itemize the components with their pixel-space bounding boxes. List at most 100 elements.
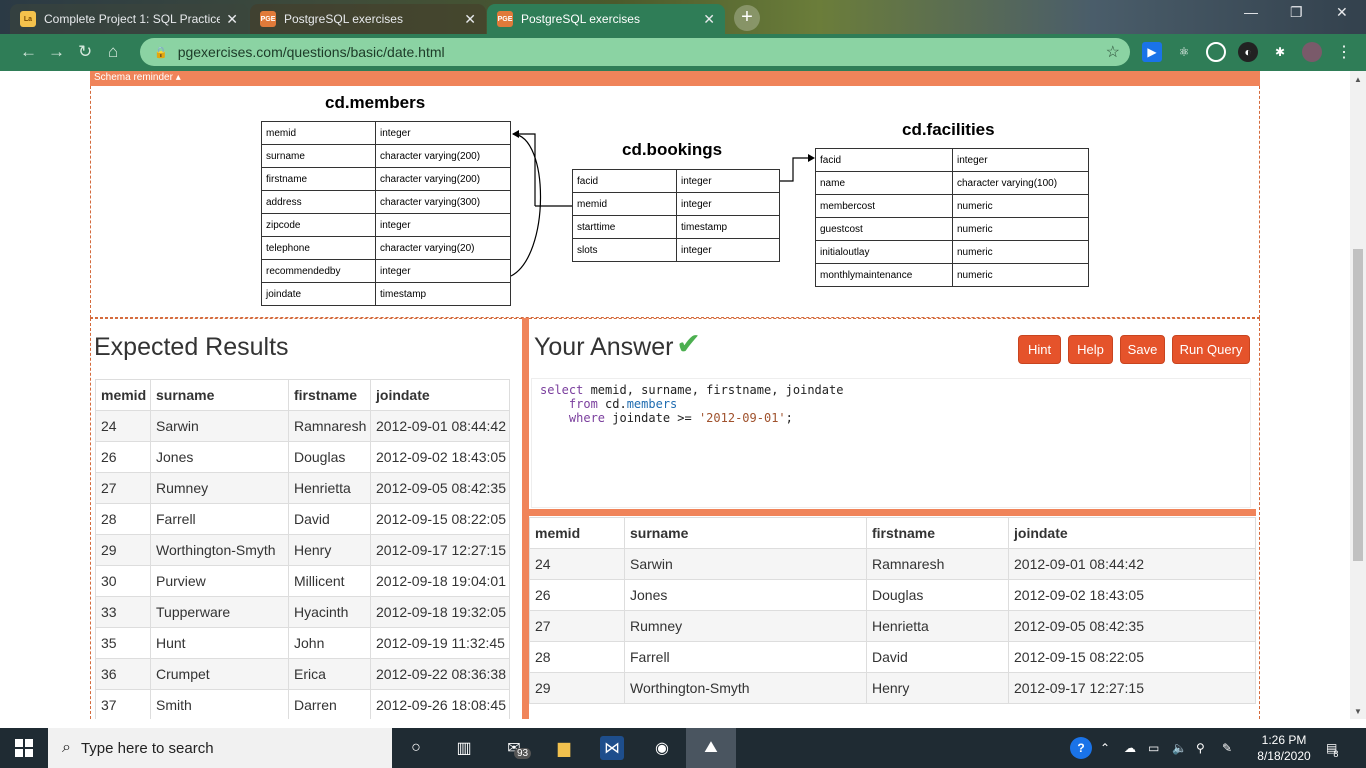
new-tab-button[interactable]: + <box>734 5 760 31</box>
puzzle-extensions-icon[interactable]: ✱ <box>1270 42 1290 62</box>
browser-tab-bar: La Complete Project 1: SQL Practice ✕ PG… <box>0 0 1366 34</box>
schema-row: firstname character varying(200) <box>261 167 511 191</box>
mail-badge: 93 <box>514 748 532 759</box>
tab-favicon-icon: PGE <box>497 11 513 27</box>
notifications-icon[interactable]: ▤ 8 <box>1326 728 1338 768</box>
profile-avatar[interactable] <box>1302 42 1322 62</box>
code-line: select memid, surname, firstname, joinda… <box>540 383 844 397</box>
close-icon[interactable]: ✕ <box>226 11 238 28</box>
scroll-down-icon[interactable]: ▼ <box>1354 707 1362 716</box>
visual-studio-icon[interactable]: ⋈ <box>600 736 624 760</box>
cloud-icon[interactable]: ☁ <box>1124 728 1136 768</box>
scroll-up-icon[interactable]: ▲ <box>1354 75 1362 84</box>
extension-icon[interactable]: ▶ <box>1142 42 1162 62</box>
table-header-row: memid surname firstname joindate <box>95 379 510 411</box>
column-header: joindate <box>1008 517 1256 549</box>
table-row: 33 Tupperware Hyacinth 2012-09-18 19:32:05 <box>95 596 510 628</box>
chevron-up-icon[interactable]: ⌃ <box>1100 728 1110 768</box>
tab-title: PostgreSQL exercises <box>284 12 403 26</box>
table-row: 30 Purview Millicent 2012-09-18 19:04:01 <box>95 565 510 597</box>
hint-button[interactable]: Hint <box>1018 335 1061 364</box>
cortana-icon[interactable]: ○ <box>404 736 428 760</box>
sql-editor[interactable]: select memid, surname, firstname, joinda… <box>531 378 1251 508</box>
column-header: surname <box>150 379 289 411</box>
windows-taskbar: ⌕ Type here to search ○ ▥ ✉ 93 ▆ ⋈ ◉ ⛰ ?… <box>0 728 1366 768</box>
target-extension-icon[interactable] <box>1206 42 1226 62</box>
help-button[interactable]: Help <box>1068 335 1113 364</box>
volume-icon[interactable]: 🔈 <box>1172 728 1187 768</box>
schema-row: address character varying(300) <box>261 190 511 214</box>
checkmark-icon: ✔ <box>676 328 702 361</box>
network-icon[interactable]: ⚲ <box>1196 728 1205 768</box>
search-placeholder: Type here to search <box>80 739 214 757</box>
schema-row: joindate timestamp <box>261 282 511 306</box>
schema-row: starttime timestamp <box>572 215 780 239</box>
chrome-icon[interactable]: ◉ <box>650 736 674 760</box>
table-row: 28 Farrell David 2012-09-15 08:22:05 <box>529 641 1256 673</box>
run-query-button[interactable]: Run Query <box>1172 335 1250 364</box>
page-scrollbar[interactable]: ▲ ▼ <box>1350 71 1366 719</box>
bookings-schema-table: facid integer memid integer starttime times… <box>572 169 780 262</box>
schema-row: facid integer <box>572 169 780 193</box>
bookmark-star-icon[interactable]: ☆ <box>1106 42 1120 62</box>
battery-icon[interactable]: ▭ <box>1148 728 1159 768</box>
members-table-title: cd.members <box>325 93 426 112</box>
table-row: 27 Rumney Henrietta 2012-09-05 08:42:35 <box>95 472 510 504</box>
browser-tab-2[interactable]: PGE PostgreSQL exercises ✕ <box>250 4 486 34</box>
table-row: 36 Crumpet Erica 2012-09-22 08:36:38 <box>95 658 510 690</box>
column-header: joindate <box>370 379 510 411</box>
windows-logo-icon <box>15 739 33 757</box>
close-icon[interactable]: ✕ <box>464 11 476 28</box>
schema-row: memid integer <box>261 121 511 145</box>
tab-title: PostgreSQL exercises <box>521 12 640 26</box>
column-header: firstname <box>288 379 371 411</box>
page-content: Schema reminder ▴ cd.members memid intege… <box>0 71 1350 719</box>
menu-kebab-icon[interactable]: ⋮ <box>1334 42 1354 62</box>
pgadmin-icon: ⛰ <box>704 739 718 756</box>
restore-icon[interactable]: ❐ <box>1290 4 1303 21</box>
schema-row: telephone character varying(20) <box>261 236 511 260</box>
extension-icon[interactable]: ◐ <box>1238 42 1258 62</box>
home-icon[interactable]: ⌂ <box>108 42 118 62</box>
table-header-row: memid surname firstname joindate <box>529 517 1256 549</box>
notification-count: 8 <box>1333 749 1339 759</box>
minimize-icon[interactable]: — <box>1244 4 1258 20</box>
start-button[interactable] <box>0 728 48 768</box>
your-answer-heading: Your Answer <box>534 333 674 361</box>
task-view-icon[interactable]: ▥ <box>452 736 476 760</box>
url-bar[interactable]: 🔒 pgexercises.com/questions/basic/date.h… <box>140 38 1130 66</box>
table-row: 27 Rumney Henrietta 2012-09-05 08:42:35 <box>529 610 1256 642</box>
reload-icon[interactable]: ↻ <box>78 42 92 62</box>
back-icon[interactable]: ← <box>20 42 37 62</box>
forward-icon[interactable]: → <box>48 42 65 62</box>
table-row: 26 Jones Douglas 2012-09-02 18:43:05 <box>95 441 510 473</box>
horizontal-split-handle[interactable] <box>529 509 1256 516</box>
schema-reminder-toggle[interactable]: Schema reminder ▴ <box>90 71 1260 86</box>
help-icon[interactable]: ? <box>1070 728 1092 768</box>
column-header: memid <box>529 517 625 549</box>
file-explorer-icon[interactable]: ▆ <box>552 736 576 760</box>
save-button[interactable]: Save <box>1120 335 1165 364</box>
expected-results-table: memid surname firstname joindate 24 Sarwi… <box>95 379 510 719</box>
react-devtools-icon[interactable]: ⚛ <box>1174 42 1194 62</box>
table-row: 24 Sarwin Ramnaresh 2012-09-01 08:44:42 <box>529 548 1256 580</box>
search-icon: ⌕ <box>62 739 71 756</box>
active-app-highlight[interactable]: ⛰ <box>686 728 736 768</box>
expected-results-heading: Expected Results <box>94 333 289 361</box>
scrollbar-thumb[interactable] <box>1353 249 1363 561</box>
close-window-icon[interactable]: ✕ <box>1336 4 1348 21</box>
browser-tab-3-active[interactable]: PGE PostgreSQL exercises ✕ <box>487 4 725 34</box>
close-icon[interactable]: ✕ <box>703 11 715 28</box>
tab-favicon-icon: La <box>20 11 36 27</box>
table-row: 24 Sarwin Ramnaresh 2012-09-01 08:44:42 <box>95 410 510 442</box>
column-header: memid <box>95 379 151 411</box>
schema-row: membercost numeric <box>815 194 1089 218</box>
browser-tab-1[interactable]: La Complete Project 1: SQL Practice ✕ <box>10 4 248 34</box>
taskbar-search[interactable]: ⌕ Type here to search <box>48 728 392 768</box>
schema-row: facid integer <box>815 148 1089 172</box>
vertical-split-handle[interactable] <box>522 318 529 719</box>
pen-icon[interactable]: ✎ <box>1222 728 1232 768</box>
table-row: 29 Worthington-Smyth Henry 2012-09-17 12:27… <box>529 672 1256 704</box>
schema-row: surname character varying(200) <box>261 144 511 168</box>
system-clock[interactable]: 1:26 PM 8/18/2020 <box>1254 732 1314 764</box>
